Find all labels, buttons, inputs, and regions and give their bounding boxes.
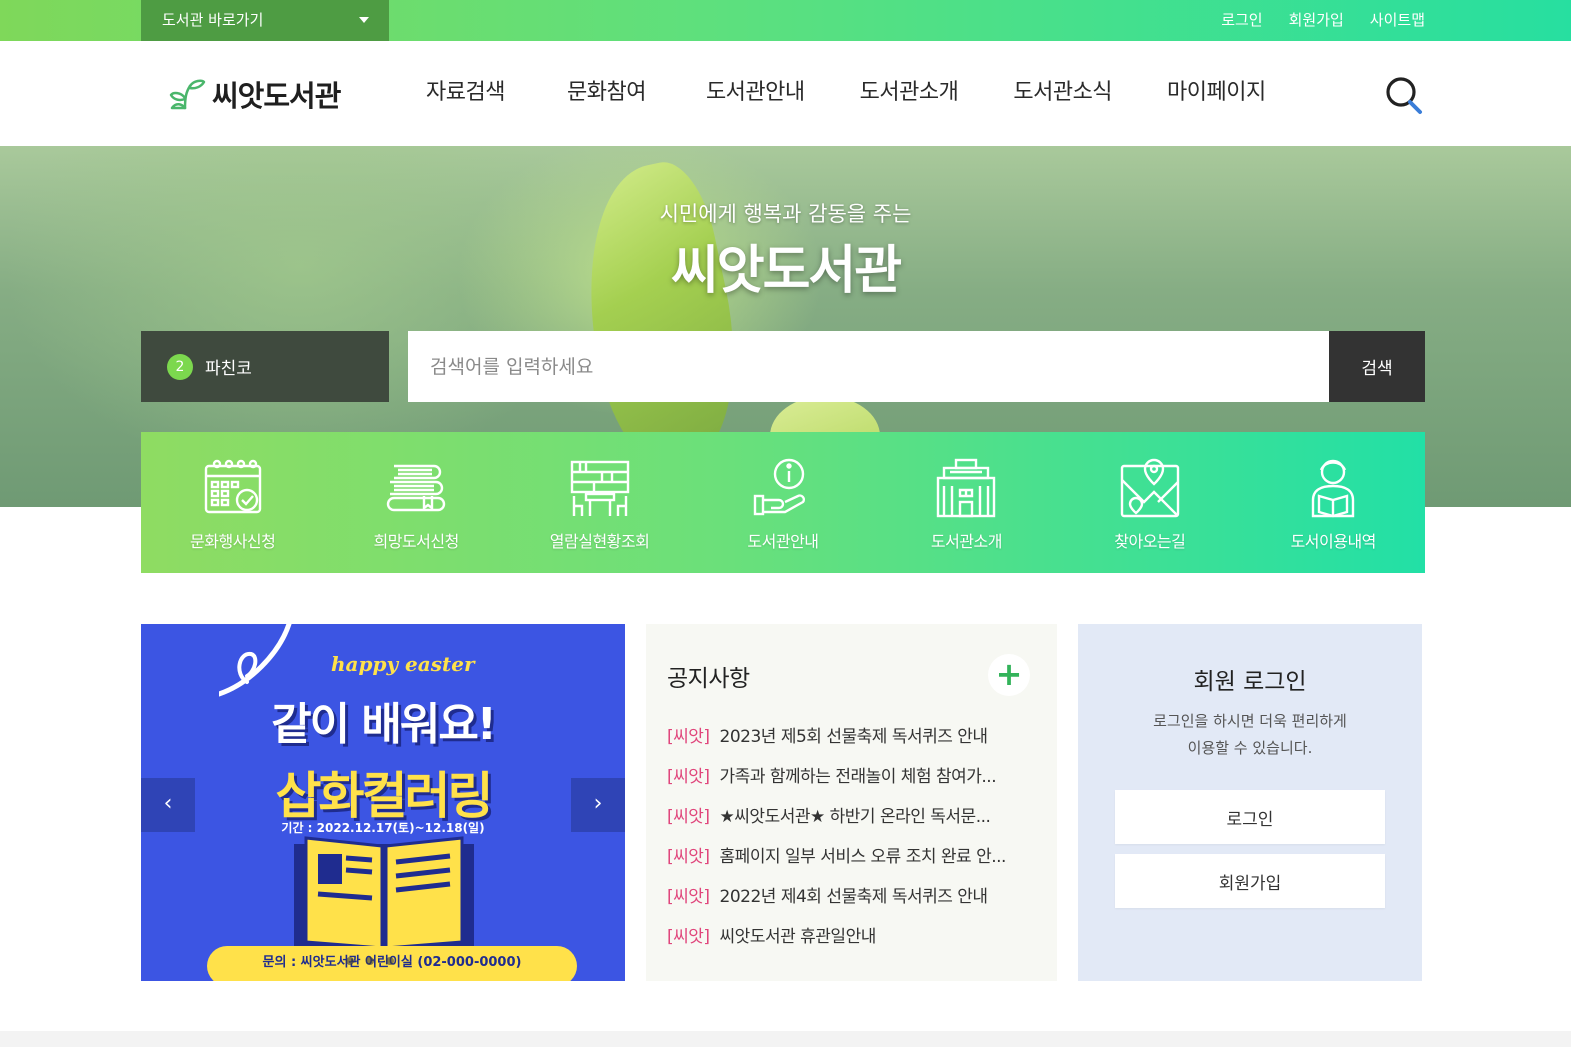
nav-item-mypage[interactable]: 마이페이지 [1167, 41, 1266, 146]
sprout-logo-icon [169, 79, 206, 110]
chevron-left-icon: ‹ [163, 791, 173, 816]
nav-item-about[interactable]: 도서관소개 [860, 41, 959, 146]
notice-more-button[interactable]: + [988, 654, 1030, 696]
quick-menu-label: 도서관안내 [747, 532, 819, 551]
search-button[interactable]: 검색 [1329, 331, 1425, 402]
notice-text: 씨앗도서관 휴관일안내 [719, 927, 877, 947]
join-button[interactable]: 회원가입 [1115, 854, 1385, 908]
notice-list: [씨앗] 2023년 제5회 선물축제 독서퀴즈 안내 [씨앗] 가족과 함께하는 … [667, 722, 1047, 962]
notice-item[interactable]: [씨앗] 가족과 함께하는 전래놀이 체험 참여가... [667, 762, 1047, 802]
notice-text: 2022년 제4회 선물축제 독서퀴즈 안내 [719, 887, 989, 907]
hero-subtitle: 시민에게 행복과 감동을 주는 [659, 202, 912, 226]
notice-text: 홈페이지 일부 서비스 오류 조치 완료 안... [719, 847, 1007, 867]
selected-library-label: 파친코 [205, 359, 252, 379]
quick-menu-item-usage-history[interactable]: 도서이용내역 [1242, 432, 1425, 573]
banner-title: 삽화컬러링 [275, 767, 494, 825]
notice-text: 2023년 제5회 선물축제 독서퀴즈 안내 [719, 727, 989, 747]
notice-title: 공지사항 [667, 666, 750, 692]
quick-menu-label: 문화행사신청 [190, 532, 276, 551]
utility-links: 로그인 회원가입 사이트맵 [1221, 0, 1425, 41]
notice-panel: 공지사항 + [씨앗] 2023년 제5회 선물축제 독서퀴즈 안내 [씨앗] 가족… [646, 624, 1057, 981]
quick-menu-item-directions[interactable]: 찾아오는길 [1058, 432, 1241, 573]
quick-menu-item-library-guide[interactable]: 도서관안내 [691, 432, 874, 573]
main-search-bar: 2 파친코 검색 [141, 331, 1425, 402]
calendar-check-icon [204, 459, 261, 514]
site-logo[interactable]: 씨앗도서관 [168, 73, 341, 115]
nav-item-guide[interactable]: 도서관안내 [706, 41, 805, 146]
nav-item-search[interactable]: 자료검색 [426, 41, 505, 146]
login-description: 로그인을 하시면 더욱 편리하게 이용할 수 있습니다. [1078, 708, 1422, 762]
quick-menu-label: 희망도서신청 [373, 532, 459, 551]
quick-menu-item-library-intro[interactable]: 도서관소개 [875, 432, 1058, 573]
login-desc-line: 로그인을 하시면 더욱 편리하게 [1153, 712, 1347, 730]
login-title: 회원 로그인 [1193, 669, 1307, 695]
notice-item[interactable]: [씨앗] 씨앗도서관 휴관일안내 [667, 922, 1047, 962]
book-stack-icon [386, 464, 446, 512]
notice-tag: [씨앗] [667, 727, 710, 747]
quick-menu: 문화행사신청 희망도서신청 열람실현황조회 도서관안내 도서관소개 찾아오는길 … [141, 432, 1425, 573]
quick-menu-item-reading-room[interactable]: 열람실현황조회 [508, 432, 691, 573]
quick-menu-label: 찾아오는길 [1114, 532, 1186, 551]
hand-info-icon [753, 458, 805, 516]
quick-menu-label: 열람실현황조회 [549, 532, 650, 551]
footer-strip [0, 1031, 1571, 1047]
open-book-illustration [294, 836, 474, 952]
main-navigation: 자료검색 문화참여 도서관안내 도서관소개 도서관소식 마이페이지 [426, 41, 1266, 146]
signup-link[interactable]: 회원가입 [1289, 0, 1344, 41]
reading-room-icon [570, 460, 629, 516]
quick-menu-label: 도서이용내역 [1290, 532, 1377, 551]
search-icon[interactable] [1384, 75, 1424, 115]
login-button[interactable]: 로그인 [1115, 790, 1385, 844]
banner-tagline: happy easter [331, 652, 475, 676]
nav-item-culture[interactable]: 문화참여 [567, 41, 646, 146]
site-header: 씨앗도서관 자료검색 문화참여 도서관안내 도서관소개 도서관소식 마이페이지 [0, 41, 1571, 146]
library-number-badge: 2 [167, 353, 193, 380]
library-select[interactable]: 2 파친코 [141, 331, 389, 402]
member-login-panel: 회원 로그인 로그인을 하시면 더욱 편리하게 이용할 수 있습니다. 로그인 … [1078, 624, 1422, 981]
slider-prev-button[interactable]: ‹ [141, 778, 195, 832]
notice-text: 가족과 함께하는 전래놀이 체험 참여가... [719, 767, 997, 787]
login-link[interactable]: 로그인 [1221, 0, 1262, 41]
quick-menu-label: 도서관소개 [930, 532, 1003, 551]
quick-menu-item-book-request[interactable]: 희망도서신청 [324, 432, 507, 573]
quick-menu-item-culture-event[interactable]: 문화행사신청 [141, 432, 324, 573]
library-quick-link-dropdown[interactable]: 도서관 바로가기 [141, 0, 389, 41]
notice-tag: [씨앗] [667, 847, 710, 867]
reader-icon [1312, 459, 1355, 518]
nav-item-news[interactable]: 도서관소식 [1013, 41, 1112, 146]
notice-item[interactable]: [씨앗] 2023년 제5회 선물축제 독서퀴즈 안내 [667, 722, 1047, 762]
notice-text: ★씨앗도서관★ 하반기 온라인 독서문... [719, 807, 991, 827]
notice-item[interactable]: [씨앗] 2022년 제4회 선물축제 독서퀴즈 안내 [667, 882, 1047, 922]
slider-dot[interactable] [346, 957, 354, 965]
logo-text: 씨앗도서관 [212, 79, 341, 113]
notice-tag: [씨앗] [667, 927, 710, 947]
slider-next-button[interactable]: › [571, 778, 625, 832]
slider-pagination [346, 957, 394, 965]
quick-link-label: 도서관 바로가기 [162, 11, 264, 29]
slider-dot[interactable] [386, 957, 394, 965]
slider-dot[interactable] [366, 957, 374, 965]
chevron-right-icon: › [593, 791, 603, 816]
banner-headline: 같이 배워요! [271, 699, 497, 750]
notice-tag: [씨앗] [667, 767, 710, 787]
search-input[interactable] [408, 331, 1329, 402]
top-utility-bar: 도서관 바로가기 로그인 회원가입 사이트맵 [0, 0, 1571, 41]
caret-down-icon [359, 17, 369, 23]
notice-item[interactable]: [씨앗] ★씨앗도서관★ 하반기 온라인 독서문... [667, 802, 1047, 842]
notice-item[interactable]: [씨앗] 홈페이지 일부 서비스 오류 조치 완료 안... [667, 842, 1047, 882]
building-icon [937, 458, 996, 518]
hero-title: 씨앗도서관 [670, 241, 902, 301]
notice-tag: [씨앗] [667, 887, 710, 907]
sitemap-link[interactable]: 사이트맵 [1370, 0, 1425, 41]
map-pin-icon [1120, 458, 1180, 518]
notice-tag: [씨앗] [667, 807, 710, 827]
login-desc-line: 이용할 수 있습니다. [1187, 739, 1313, 757]
event-banner-slider[interactable]: happy easter 같이 배워요! 삽화컬러링 기간 : 2022.12.… [141, 624, 625, 981]
